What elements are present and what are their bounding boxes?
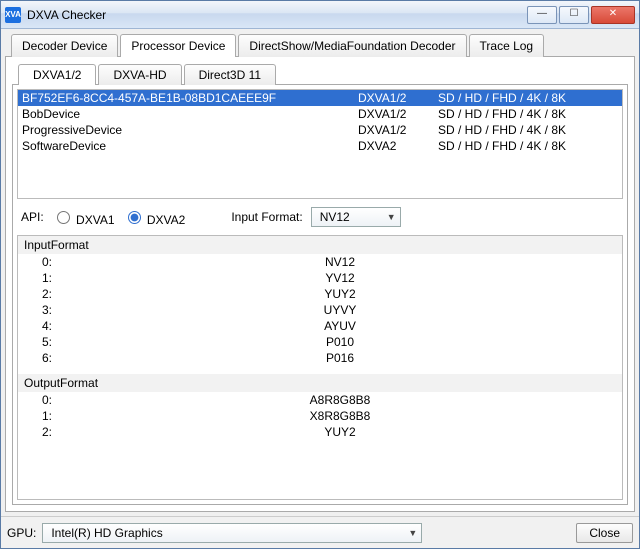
maximize-button[interactable]: ☐ bbox=[559, 6, 589, 24]
input-format-combo[interactable]: NV12 ▼ bbox=[311, 207, 401, 227]
device-resolutions: SD / HD / FHD / 4K / 8K bbox=[438, 91, 618, 105]
format-value: NV12 bbox=[58, 255, 622, 269]
api-radio-dxva1[interactable]: DXVA1 bbox=[52, 208, 115, 227]
format-row[interactable]: 1:YV12 bbox=[18, 270, 622, 286]
format-index: 6: bbox=[18, 351, 58, 365]
sub-tab-strip: DXVA1/2 DXVA-HD Direct3D 11 bbox=[12, 64, 628, 85]
close-button[interactable]: Close bbox=[576, 523, 633, 543]
format-value: UYVY bbox=[58, 303, 622, 317]
format-value: P010 bbox=[58, 335, 622, 349]
device-resolutions: SD / HD / FHD / 4K / 8K bbox=[438, 139, 618, 153]
format-value: YV12 bbox=[58, 271, 622, 285]
format-row[interactable]: 1:X8R8G8B8 bbox=[18, 408, 622, 424]
format-value: YUY2 bbox=[58, 425, 622, 439]
device-mode: DXVA1/2 bbox=[358, 107, 438, 121]
format-row[interactable]: 3:UYVY bbox=[18, 302, 622, 318]
device-resolutions: SD / HD / FHD / 4K / 8K bbox=[438, 107, 618, 121]
tab-trace-log[interactable]: Trace Log bbox=[469, 34, 545, 57]
gpu-value: Intel(R) HD Graphics bbox=[51, 526, 162, 540]
app-icon: XVA bbox=[5, 7, 21, 23]
format-row[interactable]: 2:YUY2 bbox=[18, 424, 622, 440]
api-radio-dxva2-input[interactable] bbox=[128, 211, 141, 224]
tab-dshow-mf-decoder[interactable]: DirectShow/MediaFoundation Decoder bbox=[238, 34, 466, 57]
format-index: 0: bbox=[18, 255, 58, 269]
device-row[interactable]: SoftwareDevice DXVA2 SD / HD / FHD / 4K … bbox=[18, 138, 622, 154]
format-row[interactable]: 2:YUY2 bbox=[18, 286, 622, 302]
format-group-title: OutputFormat bbox=[18, 374, 622, 392]
close-window-button[interactable]: ✕ bbox=[591, 6, 635, 24]
format-value: YUY2 bbox=[58, 287, 622, 301]
device-name: SoftwareDevice bbox=[22, 139, 358, 153]
api-radio-dxva2[interactable]: DXVA2 bbox=[123, 208, 186, 227]
input-format-value: NV12 bbox=[320, 210, 350, 224]
tab-decoder-device[interactable]: Decoder Device bbox=[11, 34, 118, 57]
device-name: BF752EF6-8CC4-457A-BE1B-08BD1CAEEE9F bbox=[22, 91, 358, 105]
device-name: ProgressiveDevice bbox=[22, 123, 358, 137]
chevron-down-icon: ▼ bbox=[387, 212, 396, 222]
input-format-label: Input Format: bbox=[231, 210, 302, 224]
format-value: P016 bbox=[58, 351, 622, 365]
format-value: X8R8G8B8 bbox=[58, 409, 622, 423]
client-area: Decoder Device Processor Device DirectSh… bbox=[1, 29, 639, 516]
api-radio-dxva1-input[interactable] bbox=[57, 211, 70, 224]
main-tab-strip: Decoder Device Processor Device DirectSh… bbox=[5, 34, 635, 57]
title-bar[interactable]: XVA DXVA Checker — ☐ ✕ bbox=[1, 1, 639, 29]
format-value: AYUV bbox=[58, 319, 622, 333]
main-tab-body: DXVA1/2 DXVA-HD Direct3D 11 BF752EF6-8CC… bbox=[5, 56, 635, 512]
device-row[interactable]: BobDevice DXVA1/2 SD / HD / FHD / 4K / 8… bbox=[18, 106, 622, 122]
subtab-d3d11[interactable]: Direct3D 11 bbox=[184, 64, 276, 85]
api-label: API: bbox=[21, 210, 44, 224]
tab-processor-device[interactable]: Processor Device bbox=[120, 34, 236, 57]
device-mode: DXVA1/2 bbox=[358, 91, 438, 105]
device-list[interactable]: BF752EF6-8CC4-457A-BE1B-08BD1CAEEE9F DXV… bbox=[17, 89, 623, 199]
format-index: 2: bbox=[18, 287, 58, 301]
footer-bar: GPU: Intel(R) HD Graphics ▼ Close bbox=[1, 516, 639, 548]
format-group-title: InputFormat bbox=[18, 236, 622, 254]
gpu-combo[interactable]: Intel(R) HD Graphics ▼ bbox=[42, 523, 422, 543]
format-index: 4: bbox=[18, 319, 58, 333]
format-index: 3: bbox=[18, 303, 58, 317]
chevron-down-icon: ▼ bbox=[408, 528, 417, 538]
format-index: 1: bbox=[18, 271, 58, 285]
subtab-dxva12[interactable]: DXVA1/2 bbox=[18, 64, 96, 85]
minimize-button[interactable]: — bbox=[527, 6, 557, 24]
format-row[interactable]: 0:A8R8G8B8 bbox=[18, 392, 622, 408]
format-row[interactable]: 6:P016 bbox=[18, 350, 622, 366]
subtab-dxvahd[interactable]: DXVA-HD bbox=[98, 64, 181, 85]
device-name: BobDevice bbox=[22, 107, 358, 121]
app-window: XVA DXVA Checker — ☐ ✕ Decoder Device Pr… bbox=[0, 0, 640, 549]
api-radio-dxva1-label: DXVA1 bbox=[76, 213, 114, 227]
device-mode: DXVA2 bbox=[358, 139, 438, 153]
api-radio-dxva2-label: DXVA2 bbox=[147, 213, 185, 227]
format-index: 1: bbox=[18, 409, 58, 423]
device-resolutions: SD / HD / FHD / 4K / 8K bbox=[438, 123, 618, 137]
gpu-label: GPU: bbox=[7, 526, 36, 540]
format-index: 0: bbox=[18, 393, 58, 407]
format-row[interactable]: 0:NV12 bbox=[18, 254, 622, 270]
device-row[interactable]: BF752EF6-8CC4-457A-BE1B-08BD1CAEEE9F DXV… bbox=[18, 90, 622, 106]
api-controls: API: DXVA1 DXVA2 Input Format: NV12 ▼ bbox=[17, 199, 623, 235]
device-mode: DXVA1/2 bbox=[358, 123, 438, 137]
format-panel[interactable]: InputFormat 0:NV12 1:YV12 2:YUY2 3:UYVY … bbox=[17, 235, 623, 500]
device-row[interactable]: ProgressiveDevice DXVA1/2 SD / HD / FHD … bbox=[18, 122, 622, 138]
sub-tab-body: BF752EF6-8CC4-457A-BE1B-08BD1CAEEE9F DXV… bbox=[12, 84, 628, 505]
window-title: DXVA Checker bbox=[27, 8, 525, 22]
format-index: 5: bbox=[18, 335, 58, 349]
format-row[interactable]: 5:P010 bbox=[18, 334, 622, 350]
format-value: A8R8G8B8 bbox=[58, 393, 622, 407]
format-index: 2: bbox=[18, 425, 58, 439]
format-row[interactable]: 4:AYUV bbox=[18, 318, 622, 334]
